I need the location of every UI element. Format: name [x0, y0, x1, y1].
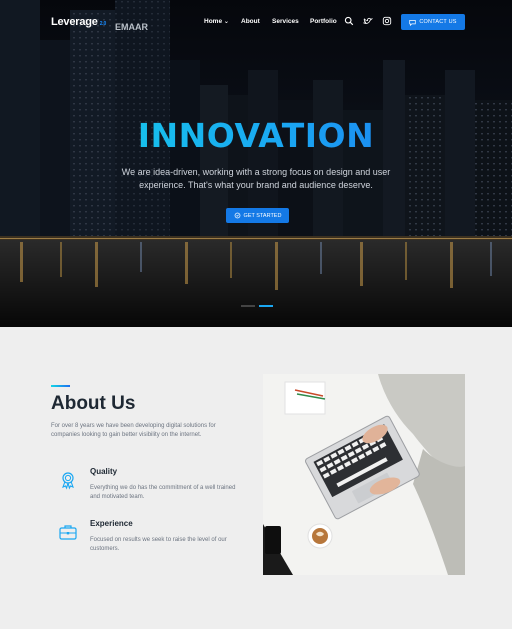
- search-icon[interactable]: [344, 16, 354, 26]
- slider-dot-1[interactable]: [241, 305, 255, 307]
- chevron-down-icon: ⌄: [223, 19, 229, 25]
- laptop-workspace-photo: [263, 374, 465, 575]
- nav-link-about[interactable]: About: [241, 18, 260, 25]
- top-navigation: Leverage 2.0 Home ⌄ About Services Portfo…: [0, 0, 512, 44]
- nav-link-home[interactable]: Home ⌄: [204, 18, 229, 25]
- city-skyline-background: EMAAR: [0, 0, 512, 327]
- about-title: About Us: [51, 393, 136, 414]
- hero-section: EMAAR Leverage 2.0 Home ⌄ About Services …: [0, 0, 512, 327]
- twitter-icon[interactable]: [363, 16, 373, 26]
- hero-title: INNOVATION: [0, 116, 512, 155]
- instagram-icon[interactable]: [382, 16, 392, 26]
- logo-text: Leverage: [51, 16, 98, 28]
- logo-version: 2.0: [99, 21, 107, 27]
- get-started-button[interactable]: GET STARTED: [226, 208, 289, 223]
- section-accent-bar: [51, 385, 70, 387]
- rocket-icon: [234, 212, 240, 219]
- hero-subtitle: We are idea-driven, working with a stron…: [121, 167, 391, 190]
- nav-link-services[interactable]: Services: [272, 18, 299, 25]
- chat-icon: [409, 19, 417, 26]
- briefcase-icon: [59, 525, 77, 540]
- nav-link-home-label: Home: [204, 18, 223, 25]
- logo[interactable]: Leverage 2.0: [51, 16, 106, 28]
- nav-link-portfolio[interactable]: Portfolio: [310, 18, 337, 25]
- feature-title-quality: Quality: [90, 467, 118, 476]
- slider-dot-2[interactable]: [259, 305, 273, 307]
- about-description: For over 8 years we have been developing…: [51, 423, 216, 438]
- feature-title-experience: Experience: [90, 519, 133, 528]
- contact-us-label: CONTACT US: [419, 19, 457, 25]
- feature-text-quality: Everything we do has the commitment of a…: [90, 485, 236, 500]
- award-icon: [62, 472, 74, 490]
- feature-text-experience: Focused on results we seek to raise the …: [90, 537, 227, 552]
- get-started-label: GET STARTED: [243, 212, 282, 219]
- contact-us-button[interactable]: CONTACT US: [401, 14, 465, 30]
